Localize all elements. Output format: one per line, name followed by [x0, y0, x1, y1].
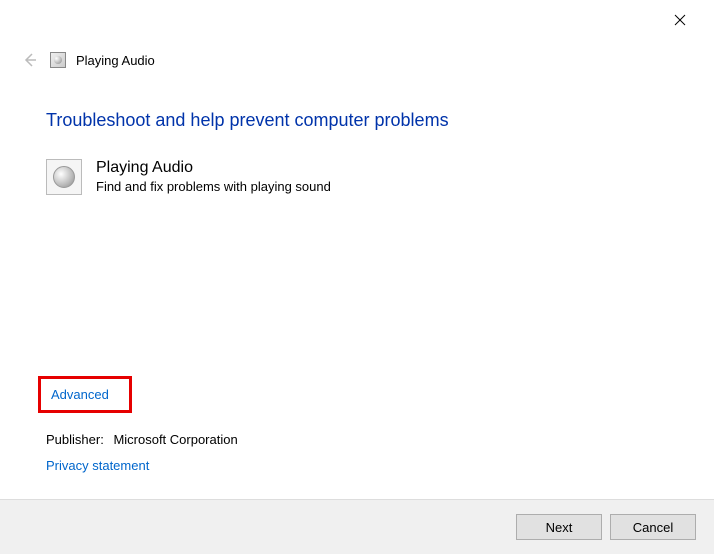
- publisher-label: Publisher:: [46, 432, 104, 447]
- publisher-value: Microsoft Corporation: [113, 432, 237, 447]
- privacy-link[interactable]: Privacy statement: [46, 458, 149, 473]
- advanced-highlight: Advanced: [38, 376, 132, 413]
- content-area: Troubleshoot and help prevent computer p…: [46, 110, 668, 195]
- next-button[interactable]: Next: [516, 514, 602, 540]
- troubleshooter-name: Playing Audio: [96, 159, 331, 177]
- speaker-icon: [50, 52, 66, 68]
- close-icon: [674, 14, 686, 26]
- troubleshooter-item: Playing Audio Find and fix problems with…: [46, 159, 668, 195]
- close-button[interactable]: [670, 10, 690, 30]
- publisher-row: Publisher: Microsoft Corporation: [46, 432, 238, 447]
- footer-bar: Next Cancel: [0, 499, 714, 554]
- troubleshooter-description: Find and fix problems with playing sound: [96, 179, 331, 194]
- arrow-left-icon: [22, 52, 38, 68]
- window-title: Playing Audio: [76, 53, 155, 68]
- back-button[interactable]: [20, 50, 40, 70]
- cancel-button[interactable]: Cancel: [610, 514, 696, 540]
- header-row: Playing Audio: [20, 50, 155, 70]
- troubleshooter-text: Playing Audio Find and fix problems with…: [96, 159, 331, 194]
- privacy-row: Privacy statement: [46, 458, 149, 473]
- page-heading: Troubleshoot and help prevent computer p…: [46, 110, 668, 131]
- audio-icon: [46, 159, 82, 195]
- advanced-link[interactable]: Advanced: [51, 387, 109, 402]
